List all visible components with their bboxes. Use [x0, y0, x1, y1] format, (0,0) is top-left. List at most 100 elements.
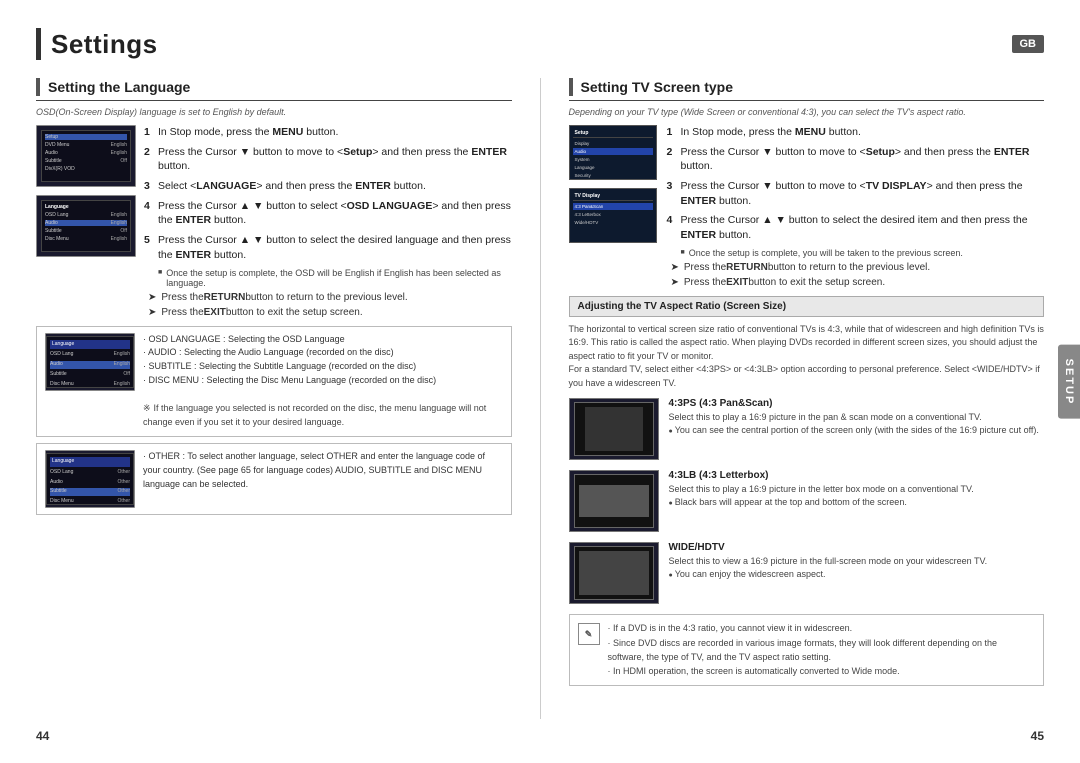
ib1-r2: OSD Lang English	[50, 351, 130, 359]
left-steps-area: Setup DVD Menu English Audio English	[36, 125, 512, 318]
info-box-screen-1: Language OSD Lang English Audio English …	[45, 333, 135, 391]
aspect-img-wide	[569, 542, 659, 604]
step-5: 5 Press the Cursor ▲ ▼ button to select …	[144, 233, 512, 262]
left-steps-list: 1 In Stop mode, press the MENU button. 2…	[144, 125, 512, 318]
left-section-header: Setting the Language	[36, 78, 512, 101]
gb-badge: GB	[1012, 35, 1045, 53]
screen-row-3: Audio English	[45, 150, 127, 156]
section-bar-right	[569, 78, 573, 96]
right-column: Setting TV Screen type Depending on your…	[541, 78, 1045, 719]
r-menu-1: Display	[573, 140, 653, 147]
page-num-left: 44	[36, 729, 49, 743]
aspect-title-43lb: 4:3LB (4:3 Letterbox)	[669, 470, 1045, 481]
r2-menu-title: TV Display	[573, 192, 653, 201]
setup-tab: SETUP	[1058, 344, 1080, 419]
left-screen-1: Setup DVD Menu English Audio English	[36, 125, 136, 187]
info-box-screen-2-inner: Language OSD Lang Other Audio Other Subt…	[46, 453, 134, 505]
right-steps-area: Setup Display Audio System Language Secu…	[569, 125, 1045, 288]
left-info-box-1: Language OSD Lang English Audio English …	[36, 326, 512, 438]
r-menu-5: Security	[573, 172, 653, 179]
title-bar-decoration	[36, 28, 41, 60]
info-box-2-text: · OTHER : To select another language, se…	[143, 450, 503, 492]
r-step-3: 3 Press the Cursor ▼ button to move to <…	[667, 179, 1045, 208]
right-arrow-1: Press the RETURN button to return to the…	[671, 262, 1045, 273]
screen-row-2: DVD Menu English	[45, 142, 127, 148]
tv-43ps-inner	[585, 407, 643, 451]
ib1-r4: Subtitle Off	[50, 371, 130, 379]
r2-menu-3: Wide/HDTV	[573, 219, 653, 226]
info-box-1-text: · OSD LANGUAGE : Selecting the OSD Langu…	[143, 333, 503, 431]
r-step-4: 4 Press the Cursor ▲ ▼ button to select …	[667, 213, 1045, 242]
title-row: Settings GB	[36, 28, 1044, 60]
section-bar-left	[36, 78, 40, 96]
left-column: Setting the Language OSD(On-Screen Displ…	[36, 78, 541, 719]
left-arrow-2: Press the EXIT button to exit the setup …	[148, 307, 512, 318]
screen2-row-2: OSD Lang English	[45, 212, 127, 218]
right-arrow-2: Press the EXIT button to exit the setup …	[671, 277, 1045, 288]
tv-wide-shape	[574, 546, 654, 600]
note-icon: ✎	[578, 623, 600, 645]
right-section-header: Setting TV Screen type	[569, 78, 1045, 101]
right-screen-2: TV Display 4:3 Pan&Scan 4:3 Letterbox Wi…	[569, 188, 657, 243]
screen2-row-5: Disc Menu English	[45, 236, 127, 242]
page-num-right: 45	[1031, 729, 1044, 743]
aspect-item-43lb: 4:3LB (4:3 Letterbox) Select this to pla…	[569, 470, 1045, 532]
aspect-img-43ps	[569, 398, 659, 460]
left-arrow-1: Press the RETURN button to return to the…	[148, 292, 512, 303]
aspect-item-wide: WIDE/HDTV Select this to view a 16:9 pic…	[569, 542, 1045, 604]
aspect-desc-wide: Select this to view a 16:9 picture in th…	[669, 555, 1045, 580]
screen2-row-1: Language	[45, 204, 127, 210]
r2-menu-2: 4:3 Letterbox	[573, 211, 653, 218]
step-2: 2 Press the Cursor ▼ button to move to <…	[144, 145, 512, 174]
r-step-1: 1 In Stop mode, press the MENU button.	[667, 125, 1045, 140]
aspect-item-43ps: 4:3PS (4:3 Pan&Scan) Select this to play…	[569, 398, 1045, 460]
left-screen-2-inner: Language OSD Lang English Audio English	[41, 200, 131, 252]
tv-43lb-inner	[579, 485, 649, 517]
aspect-desc-43lb: Select this to play a 16:9 picture in th…	[669, 483, 1045, 508]
right-subtitle: Depending on your TV type (Wide Screen o…	[569, 107, 1045, 117]
left-info-box-2: Language OSD Lang Other Audio Other Subt…	[36, 443, 512, 515]
ib2-r3: Audio Other	[50, 479, 130, 487]
screen-row-4: Subtitle Off	[45, 158, 127, 164]
screen2-row-3: Audio English	[45, 220, 127, 226]
aspect-info-43ps: 4:3PS (4:3 Pan&Scan) Select this to play…	[669, 398, 1045, 436]
left-screen-1-inner: Setup DVD Menu English Audio English	[41, 130, 131, 182]
info-box-screen-1-inner: Language OSD Lang English Audio English …	[46, 336, 134, 388]
ib2-r1: Language	[50, 457, 130, 467]
tv-43lb-shape	[574, 474, 654, 528]
left-section-title: Setting the Language	[48, 79, 190, 95]
tv-wide-inner	[579, 551, 649, 595]
adjust-section-title: Adjusting the TV Aspect Ratio (Screen Si…	[569, 296, 1045, 317]
page-title: Settings	[51, 29, 158, 60]
content-row: Setting the Language OSD(On-Screen Displ…	[36, 78, 1044, 719]
screen-row-5: DivX(R) VOD	[45, 166, 127, 172]
ib1-r1: Language	[50, 340, 130, 350]
left-screen-2: Language OSD Lang English Audio English	[36, 195, 136, 257]
r-menu-title: Setup	[573, 129, 653, 138]
aspect-title-43ps: 4:3PS (4:3 Pan&Scan)	[669, 398, 1045, 409]
step-1: 1 In Stop mode, press the MENU button.	[144, 125, 512, 140]
ib2-r5: Disc Menu Other	[50, 498, 130, 506]
page-numbers: 44 45	[36, 729, 1044, 743]
screen2-row-4: Subtitle Off	[45, 228, 127, 234]
tv-43ps-shape	[574, 402, 654, 456]
r2-menu-1: 4:3 Pan&Scan	[573, 203, 653, 210]
aspect-info-wide: WIDE/HDTV Select this to view a 16:9 pic…	[669, 542, 1045, 580]
right-steps-list: 1 In Stop mode, press the MENU button. 2…	[667, 125, 1045, 288]
step-3: 3 Select <LANGUAGE> and then press the E…	[144, 179, 512, 194]
left-note-bullet: Once the setup is complete, the OSD will…	[158, 268, 512, 288]
r-menu-3: System	[573, 156, 653, 163]
info-box-screen-2: Language OSD Lang Other Audio Other Subt…	[45, 450, 135, 508]
r-step-2: 2 Press the Cursor ▼ button to move to <…	[667, 145, 1045, 174]
page-container: Settings GB Setting the Language OSD(On-…	[0, 0, 1080, 763]
right-screenshots: Setup Display Audio System Language Secu…	[569, 125, 659, 288]
screen-row-1: Setup	[45, 134, 127, 140]
left-subtitle: OSD(On-Screen Display) language is set t…	[36, 107, 512, 117]
right-section-title: Setting TV Screen type	[581, 79, 733, 95]
ib2-r2: OSD Lang Other	[50, 469, 130, 477]
step-4: 4 Press the Cursor ▲ ▼ button to select …	[144, 199, 512, 228]
aspect-info-43lb: 4:3LB (4:3 Letterbox) Select this to pla…	[669, 470, 1045, 508]
r-menu-4: Language	[573, 164, 653, 171]
aspect-title-wide: WIDE/HDTV	[669, 542, 1045, 553]
left-screenshots: Setup DVD Menu English Audio English	[36, 125, 136, 318]
